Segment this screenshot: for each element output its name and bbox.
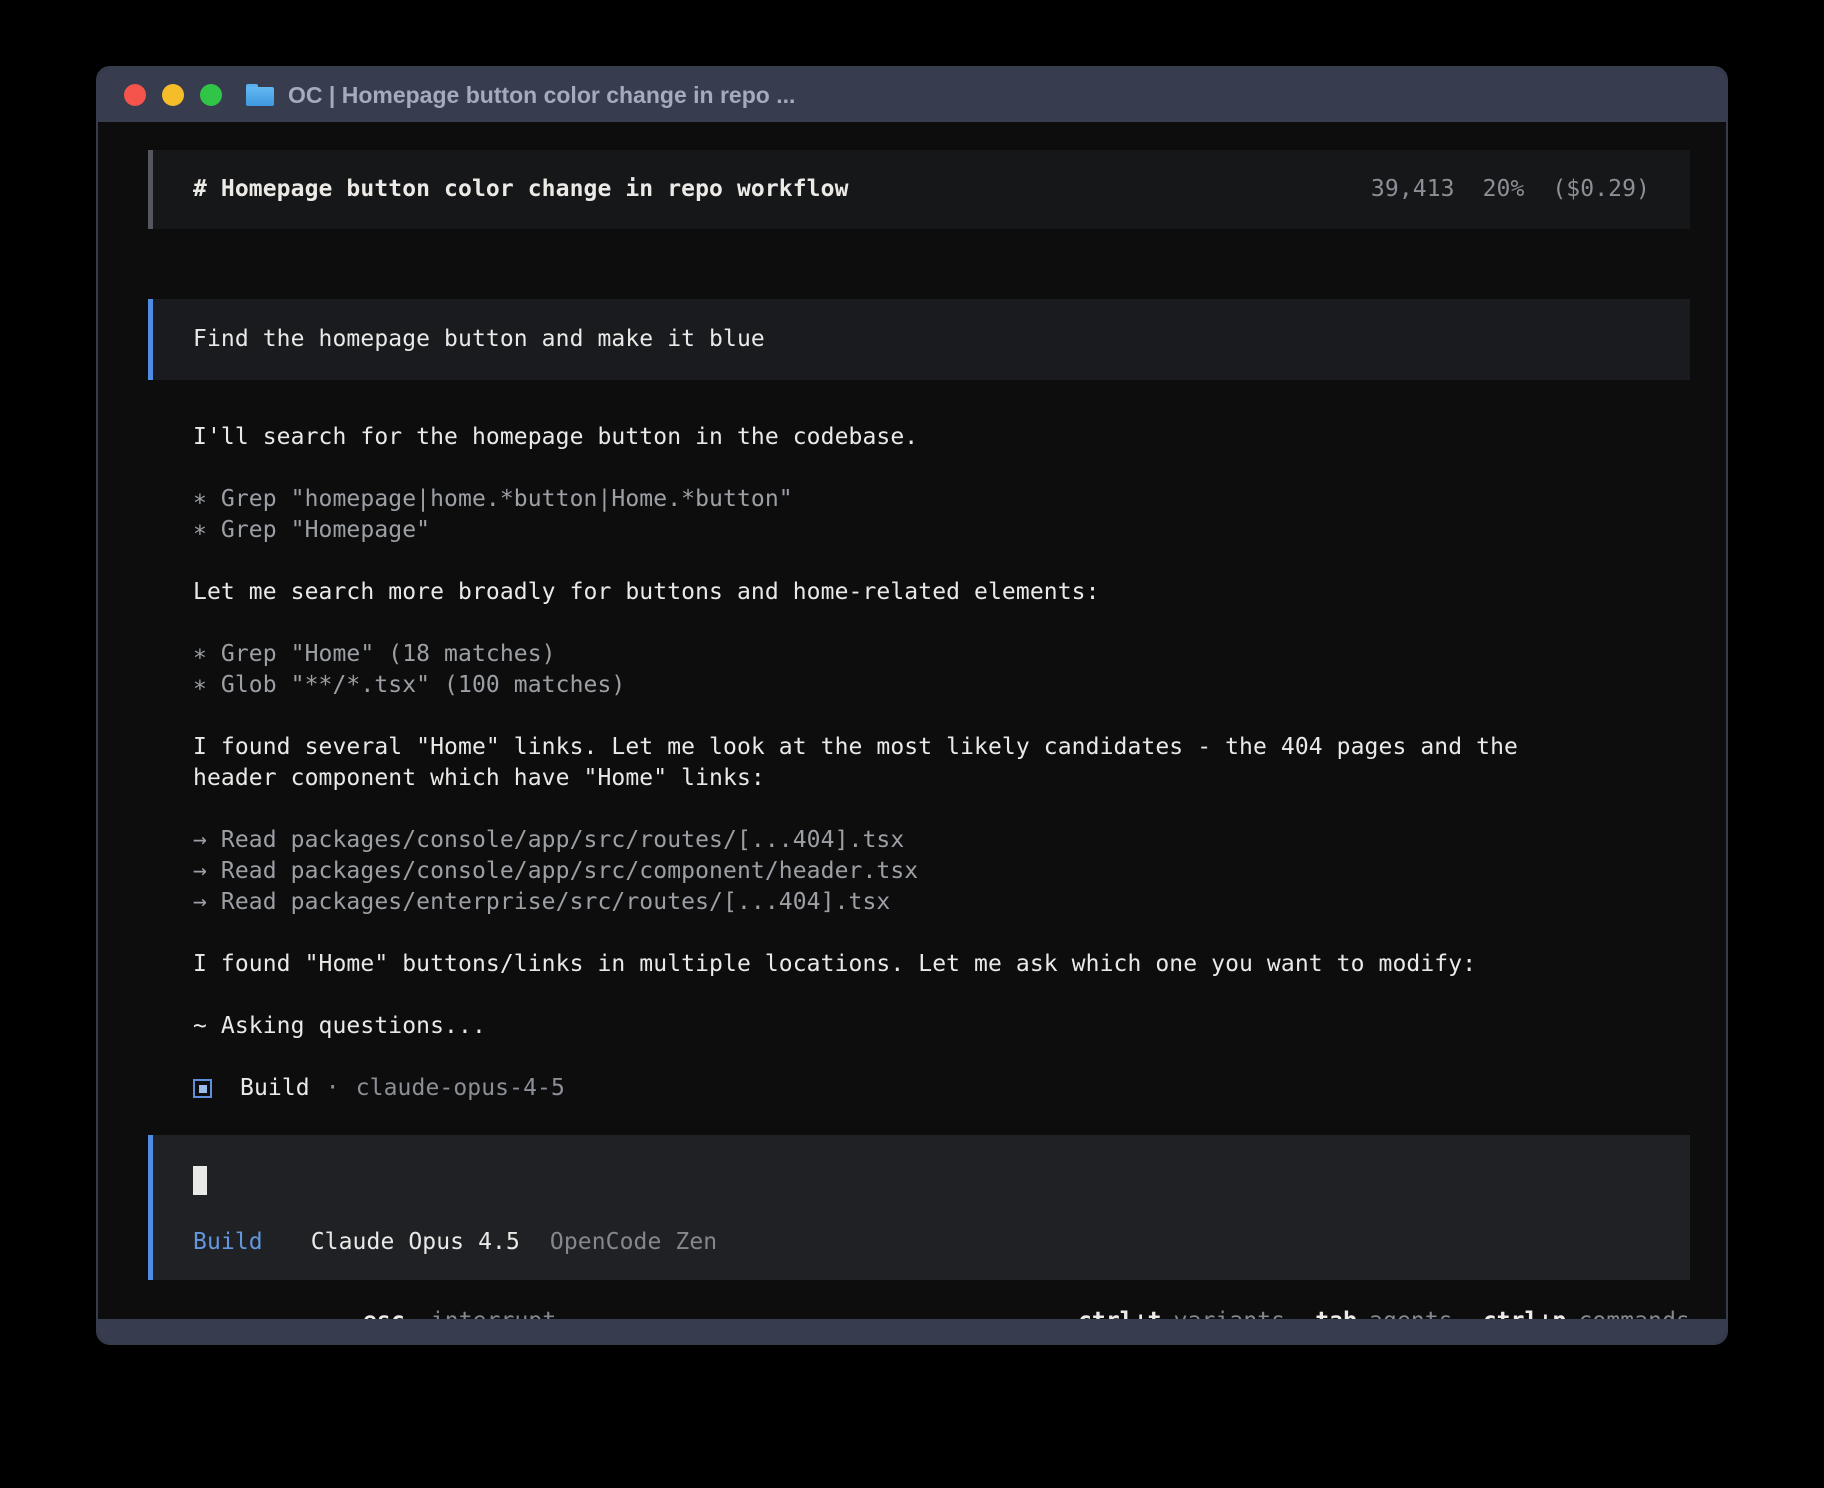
hint-key: ctrl+t (1078, 1308, 1162, 1319)
input-model-row: Build Claude Opus 4.5 OpenCode Zen (193, 1227, 1650, 1258)
assistant-text-line: ~ Asking questions... (193, 1011, 1613, 1042)
hint-label: agents (1369, 1308, 1453, 1319)
assistant-text-line: I found "Home" buttons/links in multiple… (193, 949, 1613, 980)
assistant-text: I found several "Home" links. Let me loo… (193, 732, 1613, 794)
tool-call-line: → Read packages/console/app/src/routes/[… (193, 825, 1613, 856)
agent-name: Build (240, 1073, 310, 1104)
text-cursor (193, 1166, 207, 1195)
assistant-text-line: Let me search more broadly for buttons a… (193, 577, 1613, 608)
tool-call-line: ∗ Grep "homepage|home.*button|Home.*butt… (193, 484, 1613, 515)
hint-label: commands (1578, 1308, 1690, 1319)
footer-left: esc interrupt (166, 1306, 556, 1319)
context-percent: 20% (1483, 176, 1525, 202)
hint-label: interrupt (431, 1308, 557, 1319)
assistant-text: ~ Asking questions... (193, 1011, 1613, 1042)
traffic-lights (124, 84, 222, 106)
assistant-text: I found "Home" buttons/links in multiple… (193, 949, 1613, 980)
close-button[interactable] (124, 84, 146, 106)
tool-call-line: → Read packages/console/app/src/componen… (193, 856, 1613, 887)
hint-key: tab (1315, 1308, 1357, 1319)
tool-call-group: ∗ Grep "homepage|home.*button|Home.*butt… (193, 484, 1613, 546)
session-title: # Homepage button color change in repo w… (193, 174, 849, 205)
session-stats: 39,413 20% ($0.29) (1357, 174, 1650, 205)
folder-icon (246, 84, 274, 106)
status-separator: · (326, 1073, 340, 1104)
tool-call-group: ∗ Grep "Home" (18 matches)∗ Glob "**/*.t… (193, 639, 1613, 701)
tool-call-line: ∗ Glob "**/*.tsx" (100 matches) (193, 670, 1613, 701)
tool-call-group: → Read packages/console/app/src/routes/[… (193, 825, 1613, 918)
minimize-button[interactable] (162, 84, 184, 106)
session-cost: ($0.29) (1552, 176, 1650, 202)
terminal-window: OC | Homepage button color change in rep… (96, 66, 1728, 1345)
hint-variants: ctrl+t variants (1078, 1306, 1285, 1319)
prompt-input[interactable]: Build Claude Opus 4.5 OpenCode Zen (148, 1135, 1690, 1280)
hint-key: ctrl+p (1483, 1308, 1567, 1319)
input-cursor-line[interactable] (193, 1165, 1650, 1196)
hint-commands: ctrl+p commands (1483, 1306, 1690, 1319)
agent-icon (193, 1079, 212, 1098)
terminal-content: # Homepage button color change in repo w… (98, 122, 1726, 1319)
zoom-button[interactable] (200, 84, 222, 106)
conversation: I'll search for the homepage button in t… (193, 422, 1613, 1042)
input-model: Claude Opus 4.5 (311, 1229, 520, 1255)
assistant-text-line: I'll search for the homepage button in t… (193, 422, 1613, 453)
token-count: 39,413 (1371, 176, 1455, 202)
tool-call-line: ∗ Grep "Home" (18 matches) (193, 639, 1613, 670)
window-bottom-strip (98, 1319, 1726, 1343)
titlebar: OC | Homepage button color change in rep… (98, 68, 1726, 122)
input-mode: Build (193, 1229, 263, 1255)
hint-agents: tab agents (1315, 1306, 1453, 1319)
assistant-text: I'll search for the homepage button in t… (193, 422, 1613, 453)
tool-call-line: → Read packages/enterprise/src/routes/[.… (193, 887, 1613, 918)
agent-status-row: Build · claude-opus-4-5 (193, 1073, 1690, 1104)
status-model: claude-opus-4-5 (356, 1073, 565, 1104)
assistant-text-line: I found several "Home" links. Let me loo… (193, 732, 1613, 794)
user-message: Find the homepage button and make it blu… (148, 299, 1690, 380)
assistant-text: Let me search more broadly for buttons a… (193, 577, 1613, 608)
footer-hints-right: ctrl+t variants tab agents ctrl+p commands (1078, 1306, 1690, 1319)
hint-key: esc (363, 1308, 405, 1319)
tool-call-line: ∗ Grep "Homepage" (193, 515, 1613, 546)
window-title: OC | Homepage button color change in rep… (288, 82, 795, 109)
session-header: # Homepage button color change in repo w… (148, 150, 1690, 229)
input-provider: OpenCode Zen (550, 1229, 717, 1255)
footer-bar: esc interrupt ctrl+tvariantstabagentsctr… (166, 1306, 1690, 1319)
hint-interrupt: esc interrupt (363, 1306, 556, 1319)
hint-label: variants (1174, 1308, 1286, 1319)
